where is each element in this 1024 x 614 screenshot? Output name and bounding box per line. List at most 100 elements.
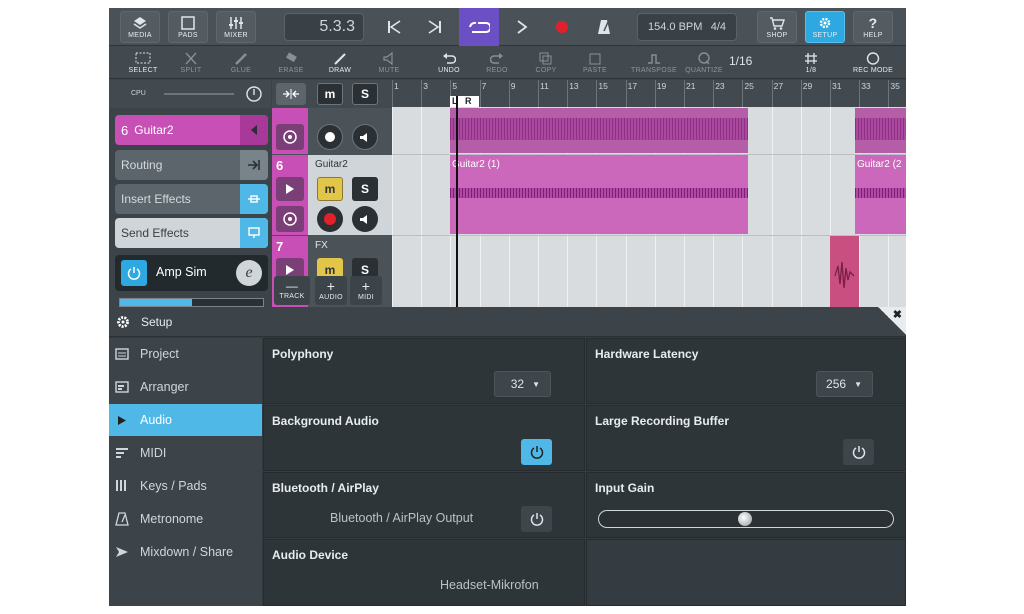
background-audio-toggle[interactable]: [521, 439, 552, 465]
polyphony-dropdown[interactable]: 32 ▼: [494, 371, 551, 397]
send-effects-button[interactable]: Send Effects: [115, 218, 268, 248]
timeline-ruler[interactable]: 1 3 5 7 9 11 13 15 17 19 21 23 25 27 29 31 33 35 L R: [392, 80, 906, 107]
clip-track5-a[interactable]: [450, 108, 748, 153]
ruler-tick: [654, 80, 656, 107]
nav-metronome[interactable]: Metronome: [109, 503, 262, 535]
setup-button[interactable]: SETUP: [805, 11, 845, 43]
arrangement-timeline[interactable]: Guitar2 (1) Guitar2 (2 1 3 5 7 9 11 13 15 17 19 21…: [392, 80, 906, 307]
loop-button[interactable]: [459, 8, 499, 46]
clip-track5-b[interactable]: [855, 108, 906, 153]
large-buffer-toggle[interactable]: [843, 439, 874, 465]
pads-button[interactable]: PADS: [168, 11, 208, 43]
global-mute-button[interactable]: m: [317, 83, 343, 105]
edit-toolbar: SELECT SPLIT GLUE ERASE DRAW MUTE UNDO R…: [109, 46, 906, 79]
collapse-icon[interactable]: [240, 115, 268, 145]
track-6-mute-button[interactable]: m: [317, 177, 343, 201]
clip-fx[interactable]: [830, 236, 859, 307]
power-icon: [530, 513, 543, 526]
shop-button[interactable]: SHOP: [757, 11, 797, 43]
position-display[interactable]: 5.3.3: [284, 13, 364, 41]
transpose-button[interactable]: TRANSPOSE: [631, 48, 677, 77]
track-6-record-arm[interactable]: [317, 206, 343, 232]
nav-mixdown-share[interactable]: Mixdown / Share: [109, 536, 262, 568]
forward-button[interactable]: [420, 12, 450, 42]
quantize-value[interactable]: 1/16: [729, 54, 752, 68]
help-button[interactable]: ? HELP: [853, 11, 893, 43]
nav-project[interactable]: Project: [109, 338, 262, 370]
copy-button[interactable]: COPY: [524, 48, 568, 77]
large-buffer-setting: Large Recording Buffer: [586, 405, 906, 471]
power-icon: [530, 446, 543, 459]
nav-midi[interactable]: MIDI: [109, 437, 262, 469]
track-6-monitor[interactable]: [352, 206, 378, 232]
track-6-solo-button[interactable]: S: [352, 177, 378, 201]
latency-value: 256: [826, 377, 847, 391]
track-5-record-arm[interactable]: [317, 124, 343, 150]
rewind-button[interactable]: [379, 12, 409, 42]
loop-range[interactable]: L R: [450, 96, 479, 107]
track-6-play-button[interactable]: [276, 177, 304, 201]
nav-audio[interactable]: Audio: [109, 404, 262, 436]
grid-button[interactable]: 1/8: [789, 48, 833, 77]
bluetooth-toggle[interactable]: [521, 506, 552, 532]
record-button[interactable]: [547, 12, 577, 42]
power-icon[interactable]: [245, 85, 263, 103]
ruler-tick: [625, 80, 627, 107]
redo-button[interactable]: REDO: [475, 48, 519, 77]
plugin-slot[interactable]: Amp Sim e: [115, 255, 268, 291]
plugin-power-button[interactable]: [121, 260, 147, 286]
paste-button[interactable]: PASTE: [573, 48, 617, 77]
plugin-level-bar[interactable]: [119, 298, 264, 307]
grid-line: [771, 107, 773, 307]
playhead[interactable]: [456, 96, 458, 307]
mixer-button[interactable]: MIXER: [216, 11, 256, 43]
insert-effects-button[interactable]: Insert Effects: [115, 184, 268, 214]
ruler-bar-label: 27: [773, 81, 784, 91]
undo-button[interactable]: UNDO: [427, 48, 471, 77]
split-tool[interactable]: SPLIT: [169, 48, 213, 77]
track-6-row[interactable]: 6 Guitar2 m S: [272, 155, 392, 235]
setup-label: SETUP: [812, 31, 838, 39]
fit-icon[interactable]: [276, 83, 306, 105]
close-button[interactable]: ✖: [878, 307, 906, 335]
audio-device-value[interactable]: Headset-Mikrofon: [440, 578, 539, 592]
quantize-button[interactable]: QUANTIZE: [681, 48, 727, 77]
erase-tool[interactable]: ERASE: [269, 48, 313, 77]
main-toolbar: MEDIA PADS MIXER 5.3.3 154.0 BPM 4/4 SHO…: [109, 8, 906, 46]
mute-tool[interactable]: MUTE: [367, 48, 411, 77]
draw-tool[interactable]: DRAW: [318, 48, 362, 77]
slider-thumb[interactable]: [738, 512, 752, 526]
waveform: [855, 118, 906, 140]
plugin-edit-button[interactable]: e: [236, 260, 262, 286]
nav-keys-pads[interactable]: Keys / Pads: [109, 470, 262, 502]
copy-label: COPY: [535, 66, 557, 74]
play-icon: [517, 20, 528, 34]
routing-button[interactable]: Routing: [115, 150, 268, 180]
split-label: SPLIT: [180, 66, 202, 74]
metronome-button[interactable]: [589, 12, 619, 42]
input-gain-slider[interactable]: [598, 510, 894, 528]
add-audio-button[interactable]: + AUDIO: [315, 276, 347, 305]
global-solo-button[interactable]: S: [352, 83, 378, 105]
add-track-button[interactable]: — TRACK: [274, 276, 310, 305]
select-tool[interactable]: SELECT: [121, 48, 165, 77]
media-button[interactable]: MEDIA: [120, 11, 160, 43]
inspector-track-header[interactable]: 6 Guitar2: [115, 115, 268, 145]
rec-mode-button[interactable]: REC MODE: [849, 48, 897, 77]
quantize-icon: [698, 51, 710, 64]
nav-arranger[interactable]: Arranger: [109, 371, 262, 403]
clip-guitar2-1[interactable]: Guitar2 (1): [450, 155, 748, 234]
play-button[interactable]: [507, 12, 537, 42]
grid-icon: [805, 52, 817, 64]
glue-tool[interactable]: GLUE: [219, 48, 263, 77]
add-midi-button[interactable]: + MIDI: [350, 276, 382, 305]
rec-mode-icon: [866, 51, 880, 65]
audio-device-label: Audio Device: [272, 548, 349, 562]
tempo-display[interactable]: 154.0 BPM 4/4: [637, 13, 737, 41]
track-6-fx-button[interactable]: [276, 206, 304, 232]
track-5-fx-button[interactable]: [276, 124, 304, 150]
input-gain-label: Input Gain: [595, 481, 655, 495]
latency-dropdown[interactable]: 256 ▼: [816, 371, 873, 397]
track-5-monitor[interactable]: [352, 124, 378, 150]
clip-guitar2-2[interactable]: Guitar2 (2: [855, 155, 906, 234]
